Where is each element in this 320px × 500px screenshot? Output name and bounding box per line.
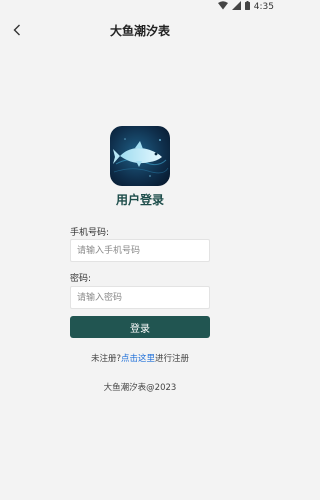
register-link[interactable]: 点击这里	[121, 354, 155, 364]
navigation-bar: 大鱼潮汐表	[0, 14, 280, 46]
login-button[interactable]: 登录	[70, 316, 210, 338]
back-arrow-icon	[13, 21, 21, 40]
cellular-signal-icon	[231, 1, 241, 13]
copyright-footer: 大鱼潮汐表@2023	[103, 383, 177, 393]
register-suffix-text: 进行注册	[155, 354, 190, 364]
battery-icon	[244, 1, 250, 13]
phone-label: 手机号码:	[70, 228, 110, 238]
fish-logo-icon	[110, 126, 170, 186]
password-label: 密码:	[70, 274, 92, 284]
login-heading: 用户登录	[115, 193, 164, 207]
register-prompt: 未注册?点击这里进行注册	[0, 352, 280, 364]
status-bar: 4:35	[0, 0, 280, 14]
phone-input[interactable]	[70, 239, 210, 262]
page-title: 大鱼潮汐表	[109, 23, 170, 38]
status-time: 4:35	[253, 2, 274, 12]
register-prompt-text: 未注册?	[90, 354, 121, 364]
wifi-icon	[217, 1, 228, 13]
password-input[interactable]	[70, 286, 210, 309]
back-button[interactable]	[6, 18, 28, 42]
status-icons: 4:35	[217, 1, 274, 13]
